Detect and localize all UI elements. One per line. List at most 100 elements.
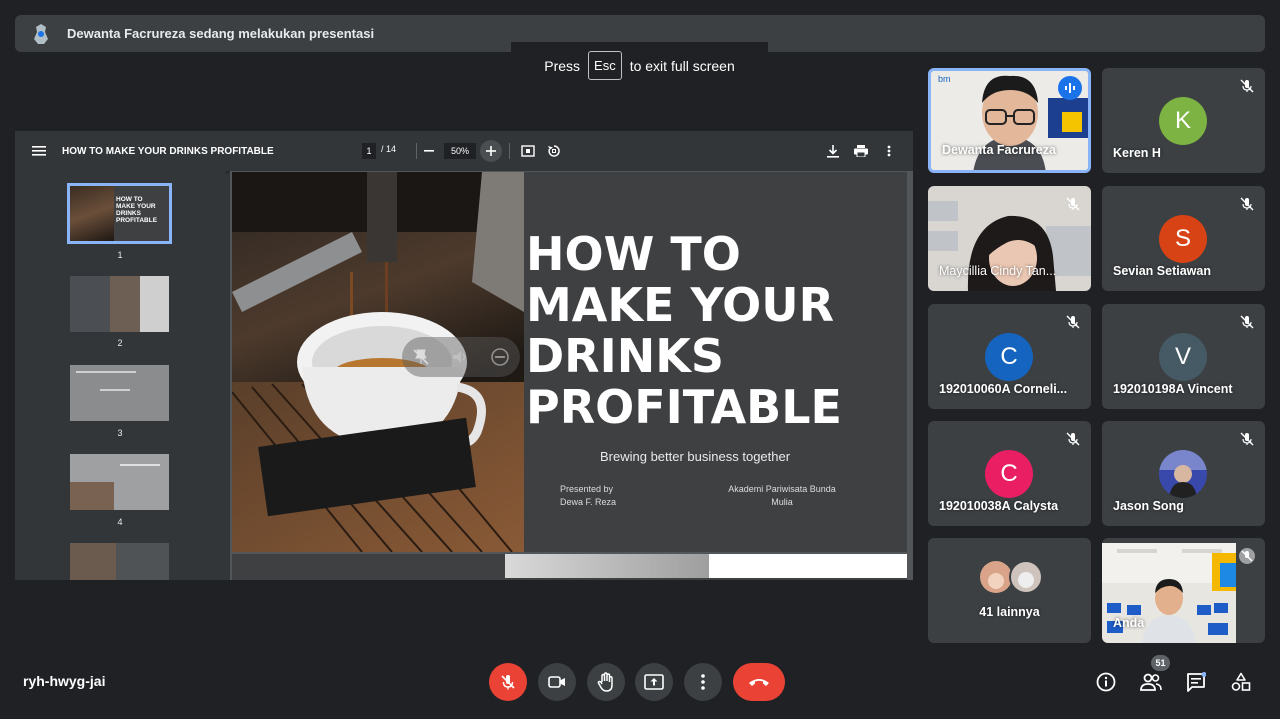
participant-tile-cornelius[interactable]: C 192010060A Corneli... <box>928 304 1091 409</box>
presented-by-label: Presented by <box>560 484 614 494</box>
participant-photo-avatar <box>1159 450 1207 498</box>
participant-avatar: C <box>985 333 1033 381</box>
mic-off-icon <box>1066 197 1080 211</box>
presentation-stage: HOW TO MAKE YOUR DRINKS PROFITABLE 1 / 1… <box>15 131 913 580</box>
speaking-indicator-icon <box>1058 76 1082 100</box>
toolbar-divider <box>509 143 510 159</box>
thumbnail-number: 2 <box>117 338 123 348</box>
download-icon[interactable] <box>825 143 841 159</box>
participant-avatar: V <box>1159 333 1207 381</box>
slide-subtitle: Brewing better business together <box>600 449 791 464</box>
hamburger-menu-icon[interactable] <box>32 146 46 156</box>
more-options-icon[interactable] <box>881 143 897 159</box>
people-icon <box>1140 673 1162 691</box>
toast-suffix-text: to exit full screen <box>629 57 735 74</box>
camera-toggle-button[interactable] <box>538 663 576 701</box>
institution-block: Akademi Pariwisata Bunda Mulia <box>718 483 846 509</box>
thumbnail-page-5[interactable] <box>70 543 169 580</box>
info-icon <box>1096 672 1116 692</box>
next-page-preview <box>232 554 907 580</box>
thumbnail-page-1[interactable]: HOW TO MAKE YOUR DRINKS PROFITABLE <box>67 183 172 244</box>
presenter-avatar-icon <box>29 22 53 46</box>
participant-avatar: C <box>985 450 1033 498</box>
participant-name: Anda <box>1113 616 1145 630</box>
presenter-name: Dewa F. Reza <box>560 497 617 507</box>
hand-icon <box>597 672 613 692</box>
participant-tile-vincent[interactable]: V 192010198A Vincent <box>1102 304 1265 409</box>
participant-tile-keren[interactable]: K Keren H <box>1102 68 1265 173</box>
remove-icon[interactable] <box>490 347 510 367</box>
more-vert-icon <box>701 674 705 690</box>
participant-name: 192010038A Calysta <box>939 499 1059 513</box>
slide-title-line: PROFITABLE <box>526 380 842 434</box>
meeting-details-button[interactable] <box>1094 670 1118 694</box>
page-total: / 14 <box>381 144 397 154</box>
participant-tile-sevian[interactable]: S Sevian Setiawan <box>1102 186 1265 291</box>
mic-off-icon <box>1066 315 1080 329</box>
thumbnail-number: 3 <box>117 428 123 438</box>
toolbar-divider <box>416 143 417 159</box>
participant-name: 192010198A Vincent <box>1113 382 1233 396</box>
activities-icon <box>1231 672 1251 691</box>
volume-icon[interactable] <box>451 348 469 366</box>
zoom-out-icon[interactable] <box>421 143 437 159</box>
presented-by-block: Presented by Dewa F. Reza <box>560 483 616 509</box>
zoom-level-input[interactable]: 50% <box>444 143 476 159</box>
thumbnail-number: 1 <box>117 250 123 260</box>
thumbnail-number: 4 <box>117 517 123 527</box>
participant-tile-jason[interactable]: Jason Song <box>1102 421 1265 526</box>
participant-tile-others[interactable]: 41 lainnya <box>928 538 1091 643</box>
slide-title: HOW TO MAKE YOUR DRINKS PROFITABLE <box>526 229 842 433</box>
slide-title-line: DRINKS <box>526 329 724 383</box>
present-screen-button[interactable] <box>635 663 673 701</box>
participant-name: Dewanta Facrureza <box>942 143 1056 157</box>
rotate-icon[interactable] <box>546 143 562 159</box>
activities-button[interactable] <box>1229 670 1253 694</box>
raise-hand-button[interactable] <box>587 663 625 701</box>
mic-off-icon <box>1239 548 1255 564</box>
toast-press-text: Press <box>544 57 581 74</box>
svg-text:bm: bm <box>938 74 951 84</box>
fit-to-page-icon[interactable] <box>520 143 536 159</box>
participant-name: Maycillia Cindy Tan... <box>939 264 1057 278</box>
mic-toggle-button[interactable] <box>489 663 527 701</box>
participant-name: 192010060A Corneli... <box>939 382 1068 396</box>
mic-off-icon <box>1240 432 1254 446</box>
thumbnail-page-4[interactable] <box>70 454 169 510</box>
thumbnail-page-3[interactable] <box>70 365 169 421</box>
meet-window: Dewanta Facrureza sedang melakukan prese… <box>0 0 1280 719</box>
participant-name: Sevian Setiawan <box>1113 264 1211 278</box>
participants-button[interactable] <box>1139 670 1163 694</box>
leave-call-button[interactable] <box>733 663 785 701</box>
more-options-button[interactable] <box>684 663 722 701</box>
chat-button[interactable] <box>1184 670 1208 694</box>
presenter-banner-text: Dewanta Facrureza sedang melakukan prese… <box>67 26 375 41</box>
pin-off-icon[interactable] <box>412 348 430 366</box>
participant-name: Jason Song <box>1113 499 1184 513</box>
participant-name: Keren H <box>1113 146 1161 160</box>
zoom-in-icon[interactable] <box>480 140 502 162</box>
page-number-input[interactable]: 1 <box>362 143 376 159</box>
institution-line-1: Akademi Pariwisata Bunda <box>728 484 836 494</box>
mic-off-icon <box>1240 79 1254 93</box>
thumbnail-sidebar: HOW TO MAKE YOUR DRINKS PROFITABLE 1 2 3 4 <box>15 171 225 580</box>
participant-tile-maycillia[interactable]: Maycillia Cindy Tan... <box>928 186 1091 291</box>
hang-up-icon <box>749 679 769 686</box>
participant-count-badge: 51 <box>1151 655 1170 671</box>
institution-line-2: Mulia <box>771 497 793 507</box>
meeting-code: ryh-hwyg-jai <box>23 673 106 689</box>
exit-fullscreen-toast: Press Esc to exit full screen <box>511 42 768 89</box>
participant-avatar: K <box>1159 97 1207 145</box>
camera-icon <box>548 676 565 688</box>
participant-tile-calysta[interactable]: C 192010038A Calysta <box>928 421 1091 526</box>
presentation-hover-controls <box>402 337 520 377</box>
mic-off-icon <box>1240 315 1254 329</box>
participant-tile-dewanta[interactable]: bm Dewanta Facrureza <box>928 68 1091 173</box>
others-count: 41 lainnya <box>979 605 1040 619</box>
chat-icon <box>1187 672 1206 692</box>
thumbnail-page-2[interactable] <box>70 276 169 332</box>
slide-title-line: MAKE YOUR <box>526 278 835 332</box>
slide-viewport: HOW TO MAKE YOUR DRINKS PROFITABLE Brewi… <box>230 171 913 580</box>
participant-tile-self[interactable]: Anda <box>1102 538 1265 643</box>
print-icon[interactable] <box>853 143 869 159</box>
